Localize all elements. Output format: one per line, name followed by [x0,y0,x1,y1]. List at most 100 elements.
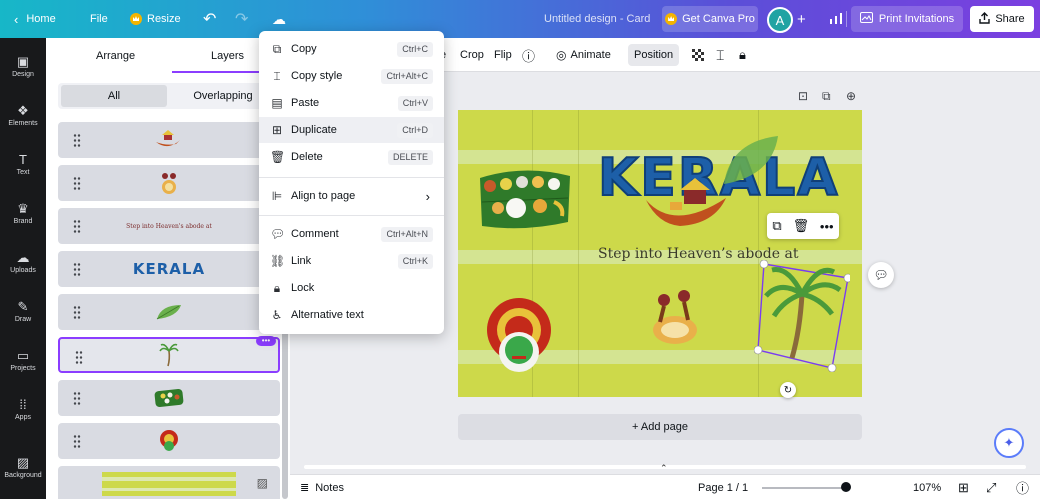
grid-view-icon[interactable]: ⊞ [958,475,969,499]
filter-all-button[interactable]: All [61,85,167,107]
flip-button[interactable]: Flip [494,38,512,72]
share-button[interactable]: Share [970,6,1034,32]
menu-divider [259,215,444,216]
rail-item-background[interactable]: ▨ Background [0,447,46,487]
info-icon[interactable]: ⓘ [522,38,535,72]
layer-item-leaf[interactable] [58,294,280,330]
menu-item-copy[interactable]: ⧉ Copy Ctrl+C [259,36,444,62]
rail-item-uploads[interactable]: ☁ Uploads [0,242,46,282]
tagline-thumbnail: Step into Heaven's abode at [58,208,280,244]
magic-assistant-icon[interactable]: ✦ [994,428,1024,458]
get-canva-pro-button[interactable]: Get Canva Pro [662,6,758,32]
drag-handle-icon[interactable] [73,133,81,147]
rotate-icon[interactable]: ↻ [780,382,796,398]
menu-item-delete[interactable]: 🗑︎ Delete DELETE [259,144,444,170]
page-indicator[interactable]: Page 1 / 1 [698,475,748,499]
add-page-icon[interactable]: ⊕ [846,89,856,103]
drag-handle-icon[interactable] [73,391,81,405]
duplicate-icon[interactable]: ⧉ [772,218,781,234]
drag-handle-icon[interactable] [73,219,81,233]
rail-item-brand[interactable]: ♛ Brand [0,193,46,233]
menu-item-lock[interactable]: 🔒︎ Lock [259,275,444,301]
banana-leaf-meal-image[interactable] [476,162,574,234]
menu-item-comment[interactable]: 💬︎ Comment Ctrl+Alt+N [259,221,444,247]
topbar-divider [846,11,847,27]
tab-layers[interactable]: Layers [211,50,244,62]
kerala-thumbnail: KERALA [58,251,280,287]
add-page-button[interactable]: + Add page [458,414,862,440]
banana-leaf-decoration-image[interactable] [720,132,780,188]
layer-item-kerala[interactable]: KERALA [58,251,280,287]
menu-item-label: Copy style [291,70,343,82]
drag-handle-icon[interactable] [75,350,83,364]
layer-item-banana-leaf[interactable] [58,380,280,416]
rail-item-label: Background [4,471,42,479]
zoom-level[interactable]: 107% [913,475,941,499]
add-person-icon[interactable]: + [797,0,806,38]
fullscreen-icon[interactable]: ⤢ [986,475,996,499]
background-thumbnail [102,472,236,496]
crown-icon [130,13,142,25]
menu-item-label: Alternative text [291,309,364,321]
rail-item-elements[interactable]: ❖ Elements [0,95,46,135]
menu-item-alternative-text[interactable]: ♿︎ Alternative text [259,302,444,328]
layer-item-tagline[interactable]: Step into Heaven's abode at [58,208,280,244]
position-button[interactable]: Position [628,44,680,66]
duplicate-page-icon[interactable]: ⧉ [822,89,831,104]
zoom-slider-track[interactable] [762,487,850,489]
page-lock-icon[interactable]: ⊡ [798,89,808,103]
redo-icon[interactable]: ↷ [235,0,248,38]
dancers-image[interactable] [648,286,702,348]
rail-item-text[interactable]: T Text [0,144,46,184]
houseboat-image[interactable] [644,176,728,234]
resize-button[interactable]: Resize [130,0,181,38]
show-pages-chevron-icon[interactable]: ⌃ [660,463,668,474]
trash-icon[interactable]: 🗑︎ [793,218,810,234]
menu-item-align-to-page[interactable]: ⊫ Align to page › [259,183,444,209]
avatar[interactable]: A [767,7,793,33]
layer-item-kathakali[interactable] [58,423,280,459]
add-comment-icon[interactable]: 💬︎ [868,262,894,288]
animate-button[interactable]: ◎ Animate [556,38,611,72]
tab-arrange[interactable]: Arrange [96,50,135,62]
layer-item-boat[interactable] [58,122,280,158]
paint-roller-icon[interactable]: ⌶ [716,38,724,72]
rail-item-projects[interactable]: ▭ Projects [0,340,46,380]
design-title[interactable]: Untitled design - Card [544,0,650,38]
drag-handle-icon[interactable] [73,176,81,190]
more-options-icon[interactable]: ••• [820,219,834,234]
crop-button[interactable]: Crop [460,38,484,72]
rail-item-design[interactable]: ▣ Design [0,46,46,86]
rail-item-label: Apps [15,413,31,421]
trash-icon: 🗑︎ [270,150,286,164]
rail-item-apps[interactable]: ⁞⁞ Apps [0,389,46,429]
design-page[interactable]: KERALA Step into Heaven’s abode at [458,110,862,397]
insights-icon[interactable] [829,0,843,38]
lock-icon[interactable]: 🔒︎ [739,38,746,72]
print-invitations-button[interactable]: Print Invitations [851,6,963,32]
menu-item-duplicate[interactable]: ⊞ Duplicate Ctrl+D [259,117,444,143]
undo-icon[interactable]: ↶ [203,0,216,38]
layer-item-background[interactable]: ▨ [58,466,280,499]
menu-item-link[interactable]: ⛓︎ Link Ctrl+K [259,248,444,274]
drag-handle-icon[interactable] [73,305,81,319]
menu-item-copy-style[interactable]: ⌶ Copy style Ctrl+Alt+C [259,63,444,89]
menu-item-paste[interactable]: ▤ Paste Ctrl+V [259,90,444,116]
layer-item-dancers[interactable] [58,165,280,201]
drag-handle-icon[interactable] [73,262,81,276]
zoom-slider-thumb[interactable] [841,482,851,492]
duplicate-icon: ⊞ [271,123,283,137]
notes-button[interactable]: ≣ Notes [300,475,344,499]
kathakali-face-image[interactable] [484,294,554,376]
palm-tree-image[interactable] [754,260,850,372]
home-button[interactable]: ‹ Home [14,0,56,38]
menu-item-label: Link [291,255,312,267]
layer-more-options-button[interactable]: ••• [256,336,276,346]
transparency-icon[interactable] [692,38,705,72]
drag-handle-icon[interactable] [73,434,81,448]
shortcut-label: Ctrl+D [397,122,433,138]
help-icon[interactable]: ⓘ [1016,475,1029,499]
layer-item-palm[interactable]: ••• [58,336,280,373]
file-menu-button[interactable]: File [90,0,108,38]
rail-item-draw[interactable]: ✎ Draw [0,291,46,331]
